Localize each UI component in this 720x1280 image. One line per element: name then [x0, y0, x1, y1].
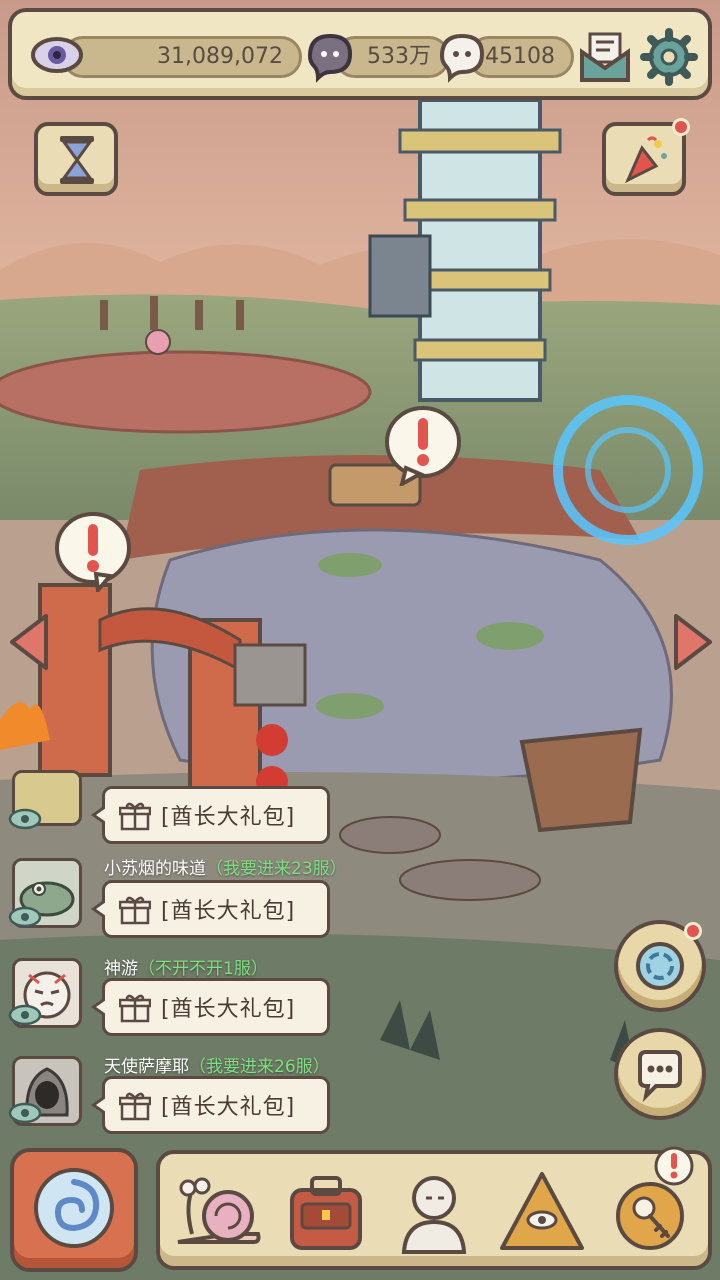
- soul-count-value: 533万: [367, 44, 431, 69]
- mail-icon[interactable]: [576, 28, 634, 86]
- portal-button[interactable]: [614, 920, 706, 1012]
- eye-icon: [8, 808, 42, 830]
- pyramid-eye-icon[interactable]: [494, 1164, 590, 1260]
- hourglass-icon: [60, 136, 94, 184]
- scroll-left-arrow[interactable]: [6, 612, 54, 672]
- quest-alert-icon[interactable]: [382, 404, 464, 486]
- chat-message-text: [酋长大礼包]: [161, 899, 296, 924]
- statue-icon[interactable]: [386, 1164, 482, 1260]
- gift-icon: [119, 896, 151, 925]
- scroll-right-arrow[interactable]: [668, 612, 716, 672]
- chat-icon: [638, 1050, 682, 1102]
- eye-icon: [8, 906, 42, 928]
- party-popper-icon: [624, 136, 667, 184]
- portal-icon: [636, 942, 684, 990]
- chat-message-text: [酋长大礼包]: [161, 805, 296, 830]
- gift-icon: [119, 802, 151, 831]
- chat-button[interactable]: [614, 1028, 706, 1120]
- chat-bubble[interactable]: [酋长大礼包]: [91, 1076, 330, 1134]
- notification-dot: [672, 118, 690, 136]
- chat-bubble[interactable]: [酋长大礼包]: [91, 786, 330, 844]
- eye-icon: [31, 37, 83, 73]
- chat-bubble[interactable]: [酋长大礼包]: [91, 978, 330, 1036]
- gear-icon[interactable]: [640, 28, 698, 86]
- eye-icon: [8, 1004, 42, 1026]
- event-button[interactable]: [602, 118, 690, 196]
- vortex-icon: [34, 1168, 114, 1248]
- alert-badge-icon: [654, 1146, 694, 1186]
- notification-dot: [684, 922, 702, 940]
- chat-username: 神游（不开不开1服）: [104, 959, 268, 979]
- quest-alert-icon[interactable]: [52, 510, 134, 592]
- gift-icon: [119, 994, 151, 1023]
- ghost-count-value: 45108: [485, 44, 555, 69]
- resource-bar: 31,089,072 533万 45108: [8, 8, 712, 100]
- eye-counter: 31,089,072: [62, 36, 302, 78]
- eye-count-value: 31,089,072: [157, 44, 283, 69]
- gift-icon: [119, 1092, 151, 1121]
- chat-bubble[interactable]: [酋长大礼包]: [91, 880, 330, 938]
- snail-icon[interactable]: [170, 1164, 266, 1260]
- summon-button[interactable]: [10, 1148, 138, 1272]
- ghost-icon: [439, 33, 485, 83]
- chat-message-text: [酋长大礼包]: [161, 1095, 296, 1120]
- bottom-nav-bar: [156, 1146, 712, 1270]
- soul-icon: [307, 33, 353, 83]
- eye-icon: [8, 1102, 42, 1124]
- chat-username: 天使萨摩耶（我要进来26服）: [104, 1057, 330, 1077]
- timer-button[interactable]: [34, 122, 118, 196]
- chat-username: 小苏烟的味道（我要进来23服）: [104, 859, 347, 879]
- backpack-icon[interactable]: [278, 1164, 374, 1260]
- chat-message-text: [酋长大礼包]: [161, 997, 296, 1022]
